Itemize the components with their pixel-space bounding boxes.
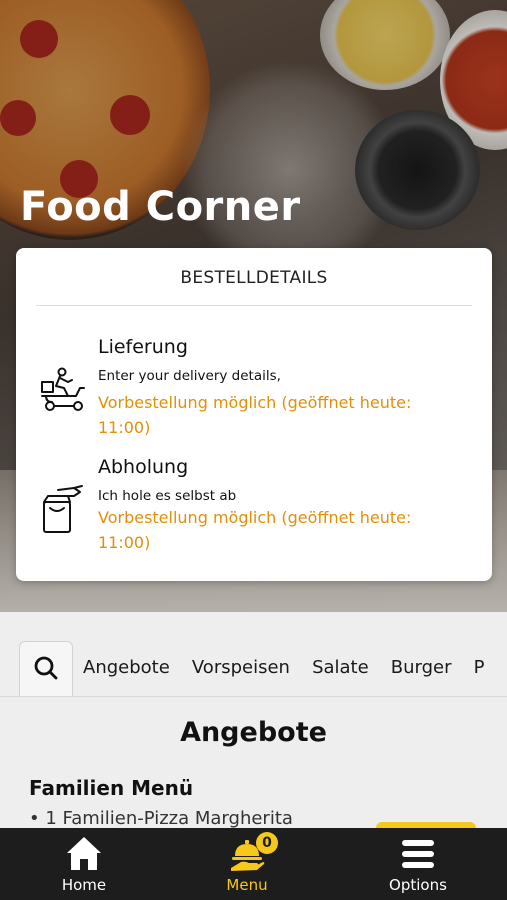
nav-home[interactable]: Home bbox=[24, 828, 144, 900]
nav-menu-label: Menu bbox=[226, 876, 268, 894]
pickup-option[interactable]: Abholung Ich hole es selbst ab Vorbestel… bbox=[16, 456, 492, 566]
nav-options[interactable]: Options bbox=[358, 828, 478, 900]
nav-home-label: Home bbox=[61, 876, 107, 894]
pickup-subtitle: Ich hole es selbst ab bbox=[98, 488, 237, 504]
pickup-heading: Abholung bbox=[98, 456, 189, 478]
pickup-preorder-note: Vorbestellung möglich (geöffnet heute: 1… bbox=[98, 508, 412, 552]
home-icon bbox=[64, 834, 104, 874]
menu-item-title[interactable]: Familien Menü bbox=[29, 776, 193, 800]
category-tabs: Angebote Vorspeisen Salate Burger P bbox=[83, 657, 501, 678]
delivery-subtitle: Enter your delivery details, bbox=[98, 368, 281, 384]
delivery-option[interactable]: Lieferung Enter your delivery details, V… bbox=[16, 336, 492, 446]
tab-pizza[interactable]: P bbox=[474, 657, 485, 678]
tab-vorspeisen[interactable]: Vorspeisen bbox=[192, 657, 290, 678]
nav-options-label: Options bbox=[389, 876, 447, 894]
order-details-card: BESTELLDETAILS Lieferung Enter your deli… bbox=[16, 248, 492, 581]
section-title: Angebote bbox=[180, 717, 327, 748]
delivery-heading: Lieferung bbox=[98, 336, 188, 358]
category-bar: Angebote Vorspeisen Salate Burger P bbox=[0, 641, 507, 697]
delivery-preorder-note: Vorbestellung möglich (geöffnet heute: 1… bbox=[98, 393, 412, 437]
menu-item-description: • 1 Familien-Pizza Margherita bbox=[29, 808, 293, 829]
search-button[interactable] bbox=[19, 641, 73, 696]
tab-salate[interactable]: Salate bbox=[312, 657, 369, 678]
tab-angebote[interactable]: Angebote bbox=[83, 657, 170, 678]
nav-menu[interactable]: 0 Menu bbox=[187, 828, 307, 900]
takeaway-bag-icon bbox=[38, 484, 90, 536]
search-icon bbox=[33, 655, 59, 685]
delivery-scooter-icon bbox=[38, 366, 90, 418]
cart-count-badge: 0 bbox=[256, 832, 278, 854]
tab-burger[interactable]: Burger bbox=[391, 657, 452, 678]
hamburger-menu-icon bbox=[398, 834, 438, 874]
divider bbox=[36, 305, 472, 306]
bottom-navigation: Home 0 Menu Options bbox=[0, 828, 507, 900]
card-title: BESTELLDETAILS bbox=[180, 268, 328, 288]
restaurant-title: Food Corner bbox=[20, 184, 301, 230]
